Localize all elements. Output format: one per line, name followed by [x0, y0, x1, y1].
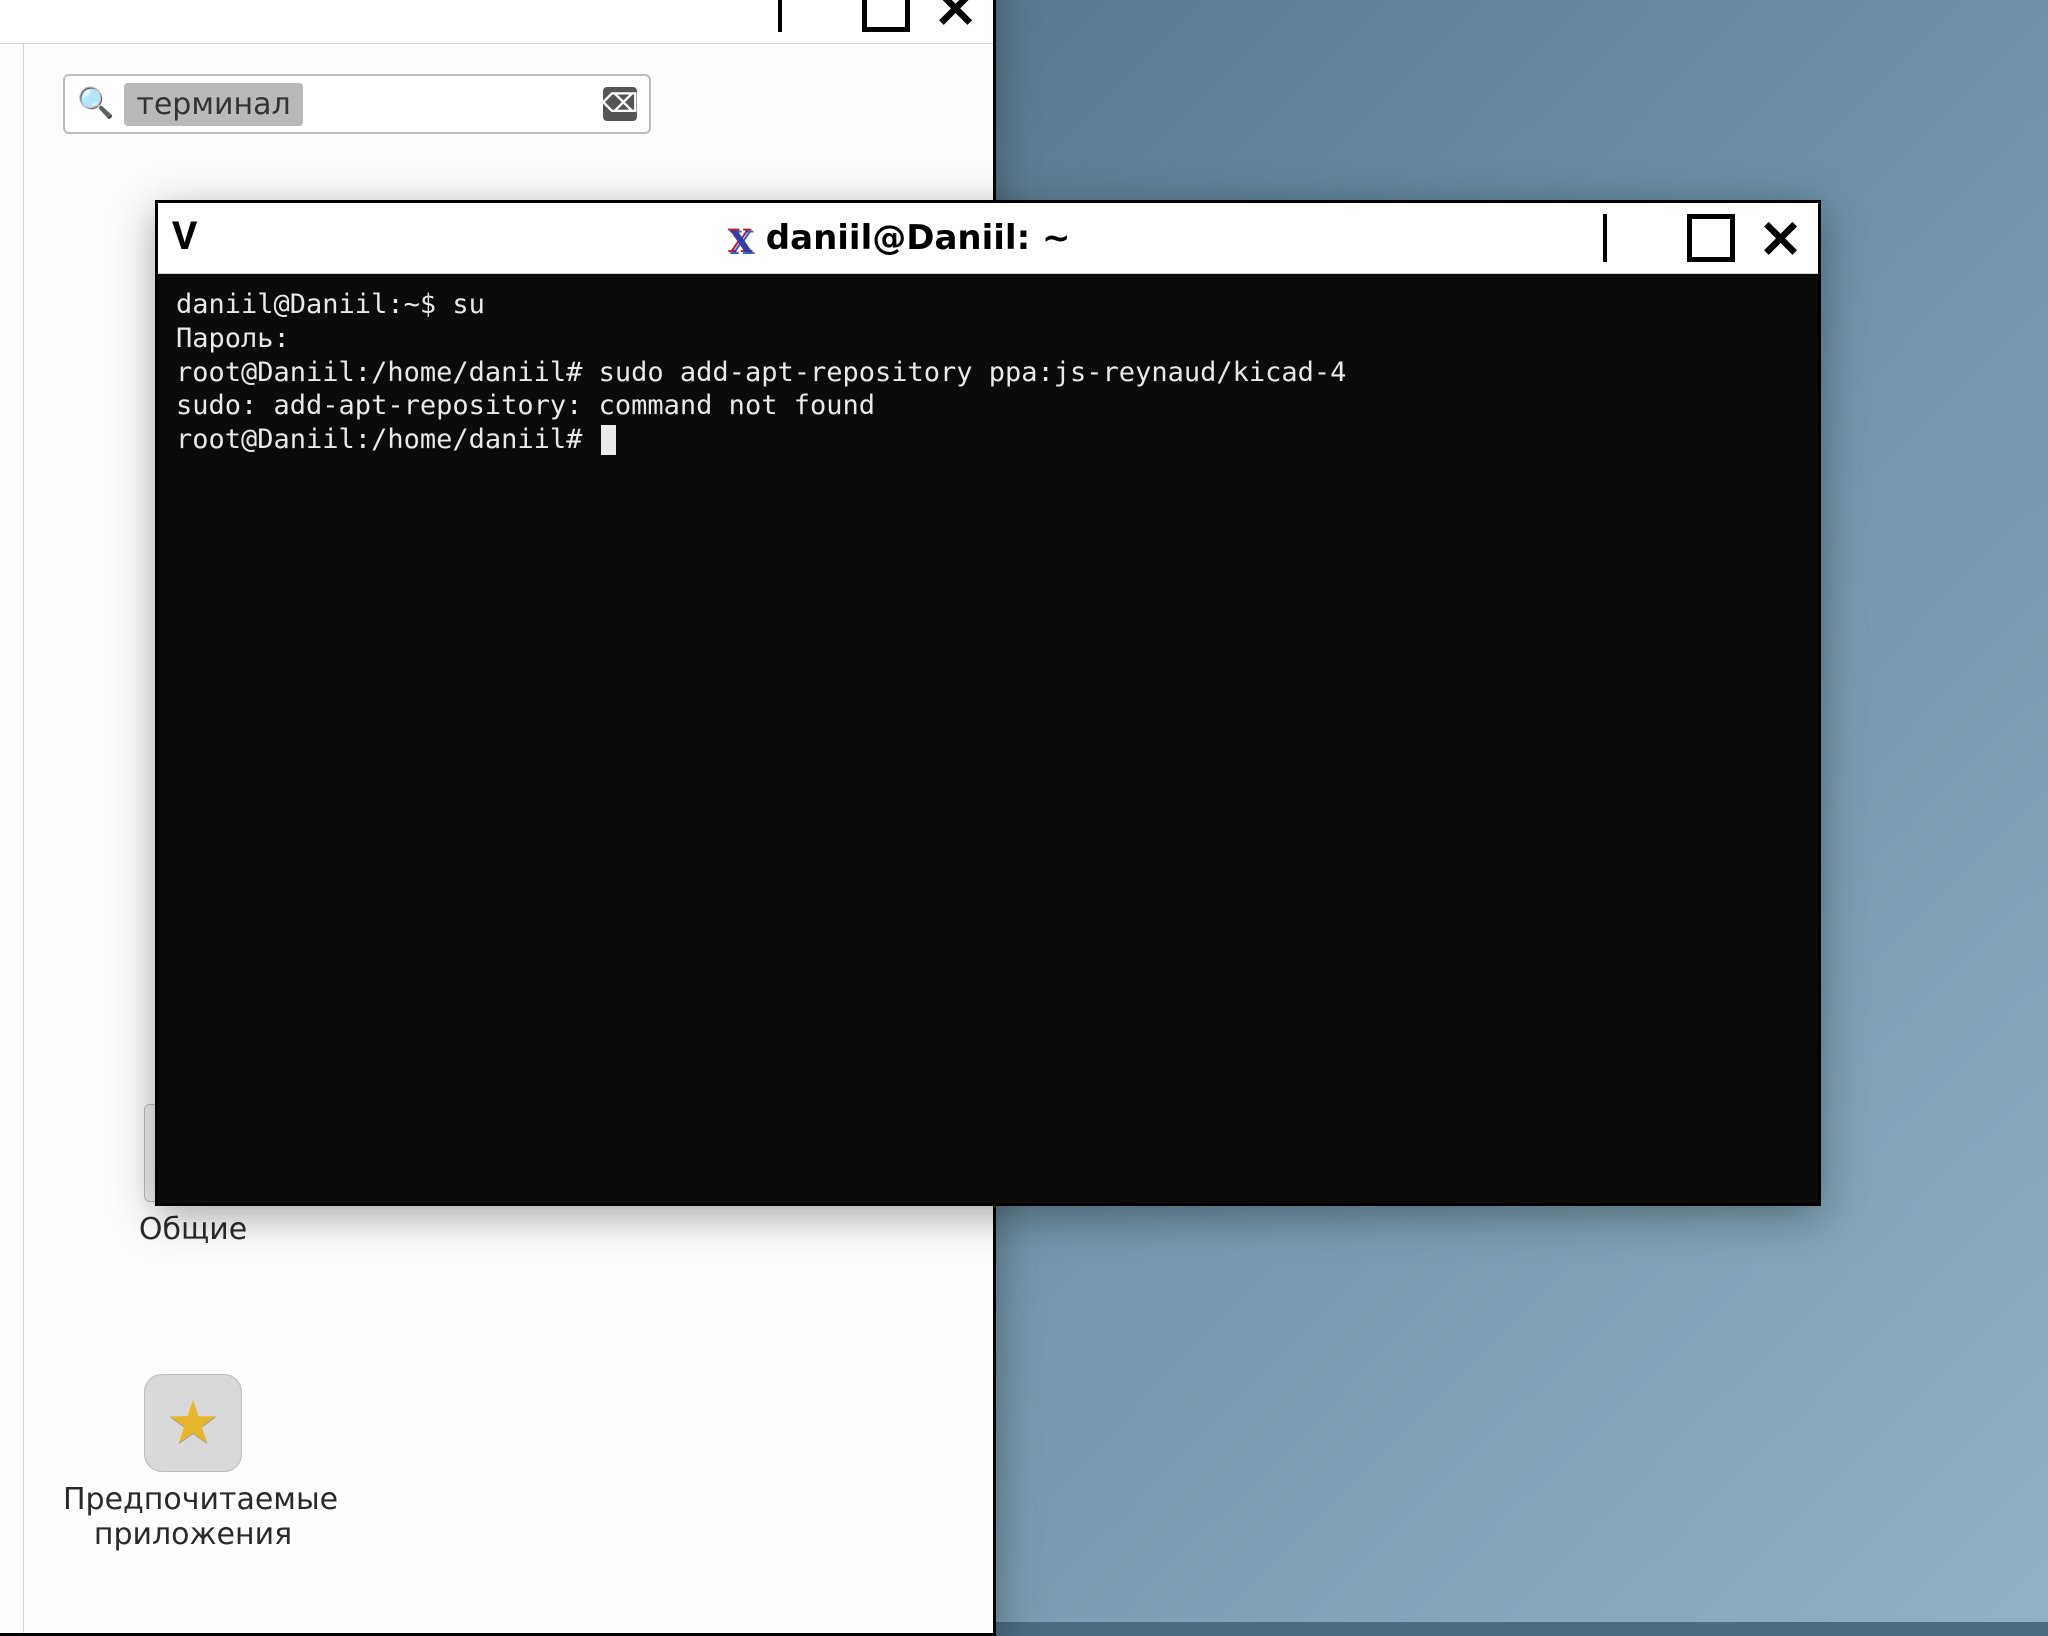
minimize-button[interactable]: _ — [812, 0, 840, 46]
close-button[interactable]: × — [1757, 210, 1804, 266]
clear-search-button[interactable]: ⌫ — [603, 87, 637, 121]
minimize-button[interactable]: _ — [1637, 220, 1665, 276]
terminal-line: sudo: add-apt-repository: command not fo… — [176, 390, 875, 421]
star-icon: ★ — [144, 1374, 242, 1472]
separator-icon — [1603, 214, 1607, 262]
window-menu-button[interactable]: V — [172, 217, 195, 259]
terminal-cursor — [601, 425, 616, 455]
maximize-button[interactable] — [1687, 214, 1735, 262]
launcher-search[interactable]: 🔍 терминал ⌫ — [63, 74, 651, 134]
terminal-line: root@Daniil:/home/daniil# — [176, 424, 599, 455]
sidebar-item[interactable]: ьность — [0, 524, 23, 582]
launcher-titlebar[interactable]: _ × — [0, 0, 993, 44]
app-tile-label: Общие — [63, 1212, 323, 1247]
sidebar-item[interactable]: нель — [0, 882, 23, 940]
terminal-window: V daniil@Daniil: ~ _ × daniil@Daniil:~$ … — [155, 200, 1821, 1206]
launcher-sidebar: ьность нель — [0, 44, 24, 1633]
search-icon: 🔍 — [77, 89, 114, 119]
app-tile-preferred[interactable]: ★ Предпочитаемые приложения — [63, 1374, 323, 1552]
search-chip[interactable]: терминал — [124, 83, 302, 126]
terminal-line: Пароль: — [176, 323, 290, 354]
window-title: daniil@Daniil: ~ — [766, 218, 1071, 258]
terminal-line: daniil@Daniil:~$ su — [176, 289, 485, 320]
terminal-titlebar[interactable]: V daniil@Daniil: ~ _ × — [158, 203, 1818, 274]
terminal-line: root@Daniil:/home/daniil# sudo add-apt-r… — [176, 357, 1346, 388]
terminal-app-icon — [728, 222, 756, 254]
app-tile-label: Предпочитаемые приложения — [63, 1482, 323, 1552]
maximize-button[interactable] — [862, 0, 910, 32]
terminal-body[interactable]: daniil@Daniil:~$ su Пароль: root@Daniil:… — [158, 274, 1818, 1203]
close-button[interactable]: × — [932, 0, 979, 36]
separator-icon — [778, 0, 782, 32]
